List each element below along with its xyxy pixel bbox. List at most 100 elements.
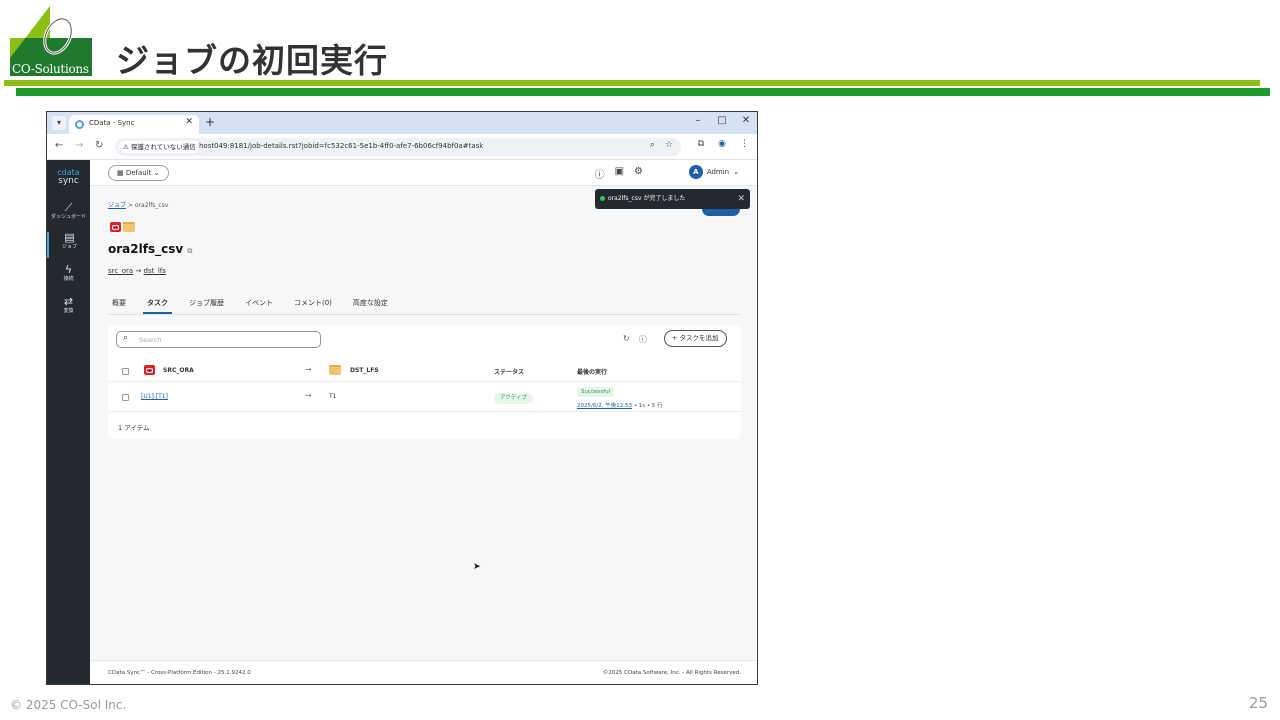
security-chip[interactable]: ⚠ 保護されていない通信: [119, 141, 200, 153]
bookmark-star-icon[interactable]: ☆: [665, 140, 673, 150]
security-label: 保護されていない通信: [130, 143, 196, 151]
user-menu[interactable]: A Admin ⌄: [688, 165, 739, 179]
breadcrumb-separator: >: [127, 202, 133, 209]
jobs-icon: ▤: [64, 231, 75, 244]
tab-events[interactable]: イベント: [241, 298, 277, 314]
sidebar-item-label: 接続: [63, 276, 74, 282]
edit-name-icon[interactable]: ⧉: [187, 247, 192, 255]
connector-icons: [110, 222, 135, 232]
back-icon[interactable]: ←: [55, 140, 63, 151]
close-icon[interactable]: ✕: [737, 189, 745, 209]
add-task-label: タスクを追加: [679, 334, 719, 342]
last-run-meta: • 1s • 5 行: [633, 403, 663, 409]
source-header-icon-wrap: [144, 365, 155, 375]
browser-window: ▾ CData - Sync ✕ + – □ ✕ ← → ↻ ⚠ 保護されていな…: [46, 111, 758, 685]
new-tab-icon[interactable]: +: [205, 115, 215, 129]
help-icon[interactable]: ⓘ: [639, 334, 647, 345]
dest-header: DST_LFS: [350, 367, 379, 374]
sidebar-item-dashboard[interactable]: ⟋ ダッシュボード: [47, 202, 90, 221]
oracle-icon: [144, 365, 155, 375]
search-input[interactable]: [139, 334, 314, 345]
destination-connection-link[interactable]: dst_lfs: [144, 267, 166, 275]
app-footer: CData Sync™ - Cross-Platform Edition - 2…: [90, 660, 757, 684]
address-bar: ← → ↻ ⚠ 保護されていない通信 host049:8181/job-deta…: [47, 134, 757, 160]
zoom-icon[interactable]: ⌕: [650, 140, 655, 150]
item-count: 1 アイテム: [118, 424, 150, 432]
extension-icons: ⧉ ◉ ⋮: [698, 139, 749, 149]
slide-title: ジョブの初回実行: [116, 41, 388, 80]
forward-icon[interactable]: →: [75, 140, 83, 151]
source-header: SRC_ORA: [163, 367, 194, 374]
tab-advanced[interactable]: 高度な設定: [349, 298, 392, 314]
folder-icon: [329, 365, 341, 375]
sidebar-item-connections[interactable]: ϟ 接続: [47, 264, 90, 283]
tab-strip: ▾ CData - Sync ✕ + – □ ✕: [47, 112, 757, 134]
sidebar-item-jobs[interactable]: ▤ ジョブ: [47, 232, 90, 258]
close-window-icon[interactable]: ✕: [741, 115, 751, 126]
footer-copyright: ©2025 CData Software, Inc. - All Rights …: [602, 670, 741, 676]
source-connection-link[interactable]: src_ora: [108, 267, 133, 275]
search-icon: ⌕: [123, 333, 129, 343]
app-sidebar: cdata sync ⟋ ダッシュボード ▤ ジョブ ϟ 接続 ⇄ 変換: [47, 160, 90, 684]
select-all-checkbox[interactable]: [122, 368, 129, 375]
last-run-time-link[interactable]: 2025/6/2, 午後12:53: [577, 403, 632, 409]
sidebar-item-label: ジョブ: [61, 244, 77, 250]
page-number: 25: [1248, 694, 1268, 712]
tab-tasks[interactable]: タスク: [143, 298, 172, 314]
tab-comments[interactable]: コメント(0): [290, 298, 336, 314]
window-controls: – □ ✕: [693, 115, 751, 126]
chevron-down-icon: ⌄: [733, 168, 739, 176]
page-title: ora2lfs_csv ⧉: [108, 242, 192, 256]
workspace-selector[interactable]: ▦ Default ⌄: [108, 165, 169, 181]
arrow-right-icon: →: [305, 391, 312, 400]
footer-version: CData Sync™ - Cross-Platform Edition - 2…: [108, 670, 251, 676]
extensions-icon[interactable]: ⧉: [698, 139, 704, 149]
gear-icon[interactable]: ⚙: [634, 166, 643, 181]
sidebar-item-transform[interactable]: ⇄ 変換: [47, 296, 90, 315]
task-source-link[interactable]: [U1].[T1]: [141, 393, 168, 400]
tab-job-history[interactable]: ジョブ履歴: [185, 298, 228, 314]
app-main: ▦ Default ⌄ ⓘ ▣ ⚙ A Admin ⌄ ora2lfs_csv …: [90, 160, 757, 684]
tab-search-icon[interactable]: ▾: [52, 116, 66, 130]
task-destination: T1: [329, 393, 337, 400]
app-brand[interactable]: cdata sync: [47, 168, 90, 186]
row-checkbox[interactable]: [122, 394, 129, 401]
success-dot-icon: [600, 196, 605, 201]
url-text[interactable]: host049:8181/job-details.rst?jobid=fc532…: [199, 142, 483, 150]
transform-icon: ⇄: [63, 295, 74, 308]
last-run-header: 最後の実行: [577, 369, 608, 376]
profile-icon[interactable]: ◉: [718, 139, 726, 149]
table-row[interactable]: [U1].[T1] → T1 アクティブ Successful 2025/6/2…: [108, 382, 741, 412]
maximize-icon[interactable]: □: [717, 115, 727, 126]
status-badge: アクティブ: [494, 393, 533, 404]
menu-dots-icon[interactable]: ⋮: [740, 139, 749, 149]
tab-overview[interactable]: 概要: [108, 298, 130, 314]
docs-icon[interactable]: ▣: [615, 166, 624, 181]
favicon-icon: [75, 120, 84, 129]
path-arrow: →: [135, 267, 142, 275]
minimize-icon[interactable]: –: [693, 115, 703, 126]
close-tab-icon[interactable]: ✕: [185, 117, 193, 127]
refresh-icon[interactable]: ↻: [623, 334, 630, 345]
slide-copyright: © 2025 CO-Sol Inc.: [10, 698, 127, 712]
user-name: Admin: [706, 168, 730, 176]
table-header: SRC_ORA → DST_LFS ステータス 最後の実行: [108, 360, 741, 382]
add-task-button[interactable]: + タスクを追加: [664, 330, 727, 347]
result-badge: Successful: [577, 387, 615, 397]
browser-tab[interactable]: CData - Sync ✕: [69, 115, 199, 134]
tab-title: CData - Sync: [89, 119, 135, 127]
reload-icon[interactable]: ↻: [95, 140, 103, 151]
help-icon[interactable]: ⓘ: [595, 166, 605, 181]
workspace-label: Default: [125, 169, 152, 177]
chart-icon: ⟋: [64, 201, 73, 214]
sidebar-item-label: 変換: [63, 308, 74, 314]
brand-bottom: sync: [58, 176, 79, 186]
job-path: src_ora → dst_lfs: [108, 267, 166, 275]
arrow-right-icon: →: [305, 365, 312, 374]
toast-message: ora2lfs_csv が完了しました: [608, 195, 686, 202]
search-box: ⌕: [116, 331, 321, 348]
breadcrumb-jobs-link[interactable]: ジョブ: [108, 202, 126, 209]
omnibox[interactable]: ⚠ 保護されていない通信 host049:8181/job-details.rs…: [115, 138, 681, 156]
app-topbar: ▦ Default ⌄ ⓘ ▣ ⚙ A Admin ⌄: [90, 160, 757, 186]
folder-icon: [123, 222, 135, 232]
